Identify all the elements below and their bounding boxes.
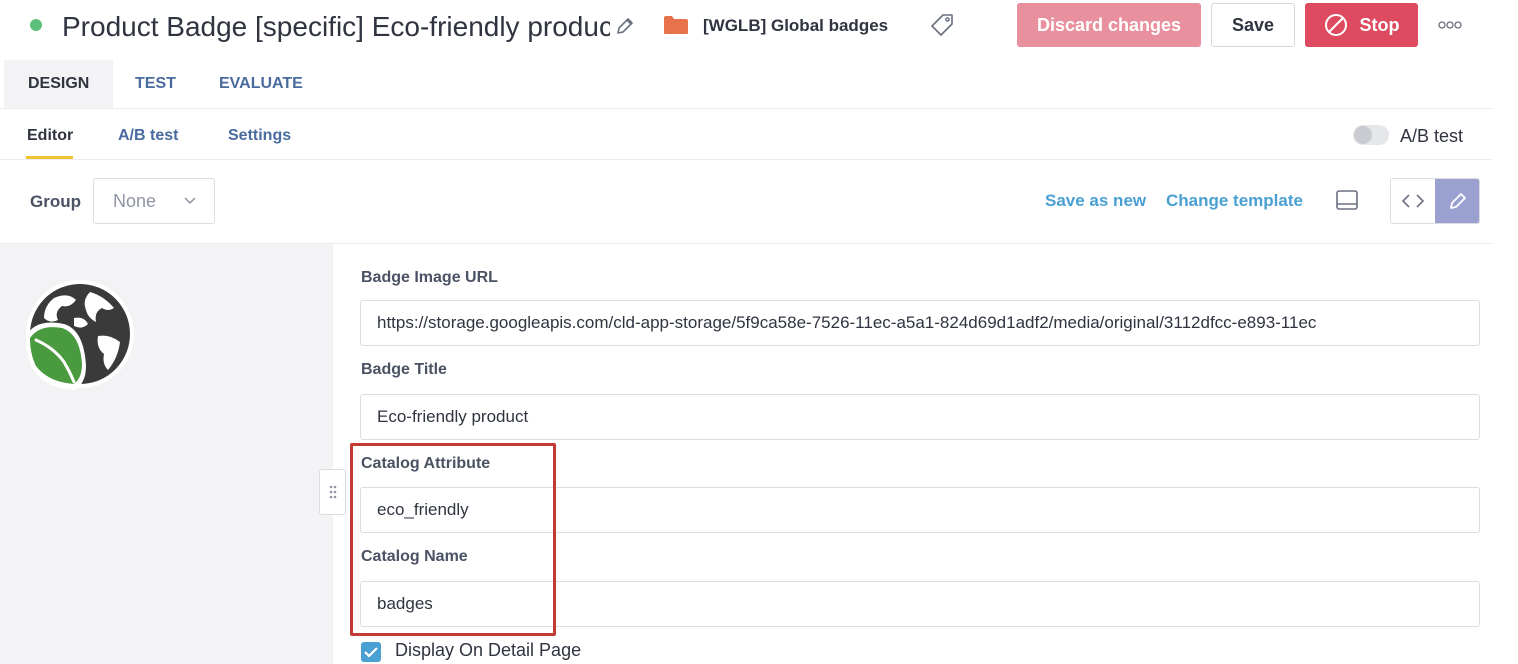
stop-button-label: Stop bbox=[1359, 14, 1400, 35]
subtab-ab-test[interactable]: A/B test bbox=[118, 127, 178, 145]
drag-handle-icon[interactable] bbox=[319, 469, 346, 515]
catalog-name-label: Catalog Name bbox=[361, 548, 468, 565]
page-title[interactable]: Product Badge [specific] Eco-friendly pr… bbox=[62, 9, 610, 45]
discard-changes-button[interactable]: Discard changes bbox=[1017, 3, 1201, 47]
folder-name[interactable]: [WGLB] Global badges bbox=[703, 14, 888, 38]
stop-button[interactable]: Stop bbox=[1305, 3, 1418, 47]
top-header: Product Badge [specific] Eco-friendly pr… bbox=[0, 0, 1518, 54]
chevron-down-icon bbox=[184, 197, 196, 205]
pencil-icon bbox=[1449, 193, 1466, 209]
toggle-knob bbox=[1354, 126, 1372, 144]
display-on-detail-page-checkbox[interactable] bbox=[361, 642, 381, 662]
layout-icon[interactable] bbox=[1335, 189, 1359, 211]
catalog-attribute-input[interactable] bbox=[360, 487, 1480, 533]
tag-icon[interactable] bbox=[929, 12, 955, 38]
badge-title-label: Badge Title bbox=[361, 361, 447, 378]
tab-test[interactable]: TEST bbox=[111, 60, 200, 108]
badge-image-url-input[interactable] bbox=[360, 300, 1480, 346]
checkmark-icon bbox=[364, 647, 378, 658]
group-select-value: None bbox=[113, 190, 157, 211]
badge-image-url-label: Badge Image URL bbox=[361, 269, 498, 286]
status-indicator bbox=[30, 19, 42, 31]
pencil-icon[interactable] bbox=[614, 15, 636, 37]
change-template-link[interactable]: Change template bbox=[1166, 190, 1303, 212]
ab-test-toggle[interactable] bbox=[1353, 125, 1389, 145]
subtab-editor[interactable]: Editor bbox=[27, 127, 73, 145]
eco-globe-leaf-icon bbox=[26, 280, 134, 390]
edit-view-button[interactable] bbox=[1435, 179, 1479, 223]
tab-design[interactable]: DESIGN bbox=[4, 60, 114, 108]
catalog-attribute-label: Catalog Attribute bbox=[361, 455, 491, 472]
group-select[interactable]: None bbox=[93, 178, 215, 224]
divider bbox=[0, 108, 1492, 109]
save-button[interactable]: Save bbox=[1211, 3, 1295, 47]
catalog-name-input[interactable] bbox=[360, 581, 1480, 627]
subtab-settings[interactable]: Settings bbox=[228, 127, 291, 145]
group-label: Group bbox=[30, 192, 81, 211]
ban-icon bbox=[1324, 14, 1347, 36]
divider bbox=[0, 159, 1492, 160]
folder-icon bbox=[664, 16, 688, 34]
main-tabs: DESIGN TEST EVALUATE bbox=[4, 60, 1492, 108]
save-as-new-link[interactable]: Save as new bbox=[1045, 190, 1146, 212]
display-on-detail-page-label: Display On Detail Page bbox=[395, 640, 582, 660]
more-dots-icon[interactable] bbox=[1437, 17, 1463, 33]
ab-test-toggle-label: A/B test bbox=[1400, 126, 1464, 146]
badge-title-input[interactable] bbox=[360, 394, 1480, 440]
code-icon bbox=[1402, 194, 1424, 208]
code-view-button[interactable] bbox=[1391, 179, 1435, 223]
tab-evaluate[interactable]: EVALUATE bbox=[195, 60, 327, 108]
view-mode-toggle bbox=[1390, 178, 1480, 224]
